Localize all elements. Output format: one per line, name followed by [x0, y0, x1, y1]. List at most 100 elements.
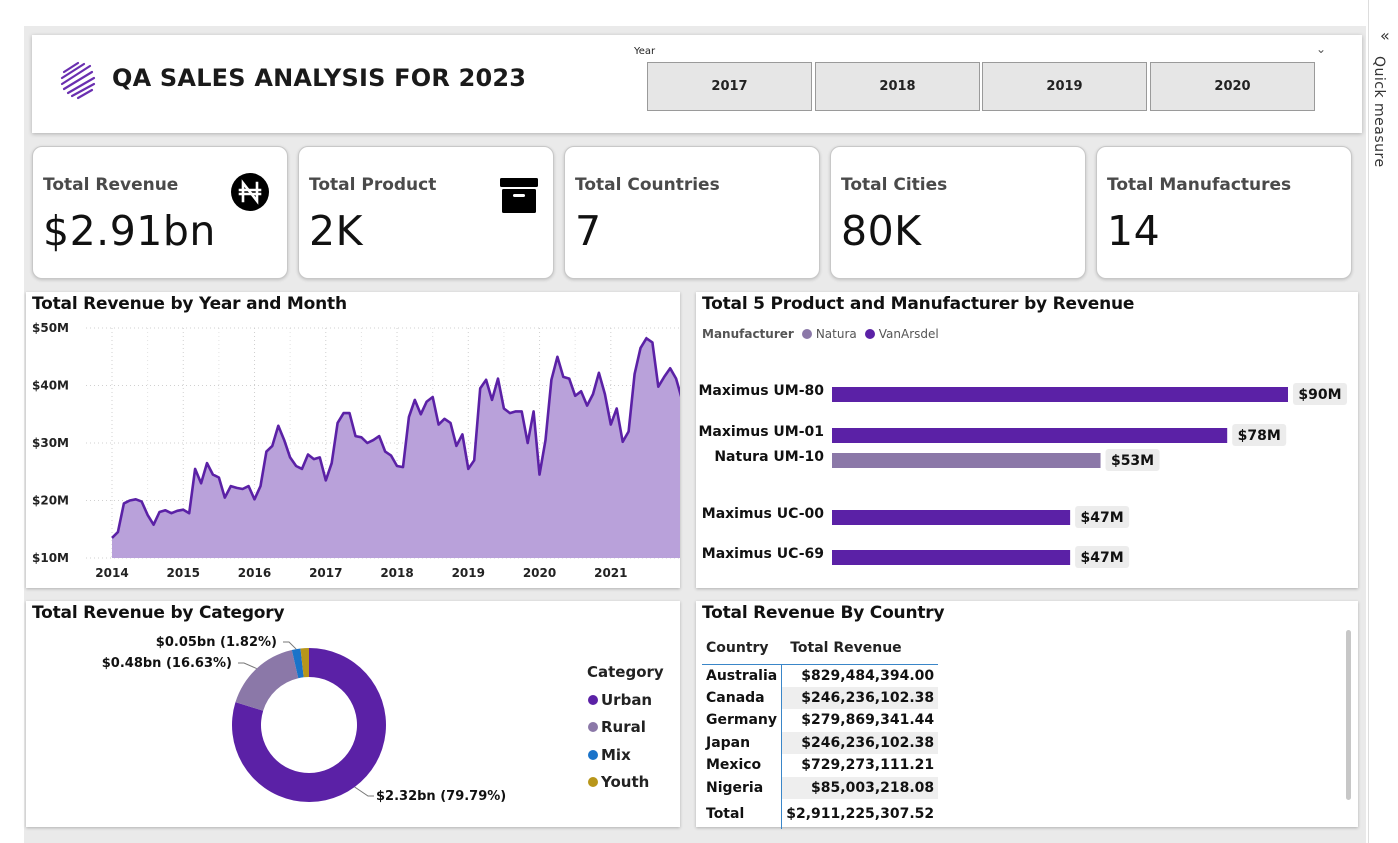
- kpi-total-manufactures: Total Manufactures 14: [1096, 146, 1352, 279]
- cell-country: Germany: [702, 709, 783, 732]
- top-products-panel: Total 5 Product and Manufacturer by Reve…: [696, 292, 1358, 588]
- table-row[interactable]: Australia $829,484,394.00: [702, 664, 938, 687]
- donut-data-label: $0.48bn (16.63%): [102, 656, 232, 671]
- kpi-label: Total Manufactures: [1107, 175, 1292, 195]
- x-tick-label: 2014: [95, 566, 128, 580]
- bar-data-label: $90M: [1298, 387, 1341, 403]
- legend-item-youth[interactable]: Youth: [588, 769, 652, 797]
- bar[interactable]: [832, 428, 1228, 443]
- kpi-label: Total Revenue: [43, 175, 179, 195]
- legend-label: Youth: [601, 773, 650, 792]
- donut-slice-rural[interactable]: [235, 649, 299, 711]
- kpi-value: 80K: [841, 207, 922, 255]
- bar-data-label: $47M: [1081, 550, 1124, 566]
- kpi-value: 2K: [309, 207, 363, 255]
- cell-country: Japan: [702, 731, 783, 754]
- cell-total-label: Total: [702, 799, 783, 829]
- bar-data-label: $53M: [1111, 453, 1154, 469]
- country-revenue-table: Country Total Revenue Australia $829,484,…: [702, 632, 939, 829]
- leader-line: [238, 662, 257, 669]
- legend-item-urban[interactable]: Urban: [588, 686, 652, 714]
- donut-data-label: $2.32bn (79.79%): [376, 789, 506, 804]
- kpi-total-countries: Total Countries 7: [564, 146, 820, 279]
- year-button-2020[interactable]: 2020: [1150, 62, 1315, 111]
- bar-category-label: Maximus UC-69: [702, 546, 824, 562]
- kpi-value: $2.91bn: [43, 207, 216, 255]
- naira-icon: [231, 173, 269, 211]
- brand-logo-icon: [60, 61, 96, 100]
- table-total-row: Total $2,911,225,307.52: [702, 799, 938, 829]
- bar[interactable]: [832, 387, 1288, 402]
- legend-title: Category: [587, 663, 664, 681]
- bar-category-label: Maximus UM-80: [698, 383, 824, 399]
- page-title: QA SALES ANALYSIS FOR 2023: [112, 64, 527, 92]
- quick-measure-label[interactable]: Quick measure: [1371, 56, 1387, 168]
- bar-category-label: Natura UM-10: [714, 449, 824, 465]
- kpi-label: Total Product: [309, 175, 437, 195]
- legend-swatch: [588, 749, 598, 760]
- cell-total-revenue: $729,273,111.21: [801, 757, 935, 774]
- kpi-label: Total Cities: [841, 175, 948, 195]
- x-tick-label: 2020: [523, 566, 556, 580]
- cell-total-revenue: $85,003,218.08: [781, 776, 939, 799]
- cell-country: Australia: [702, 664, 783, 687]
- revenue-area-chart: 2014 2015 2016 2017 2018 2019 2020 2021 $10M $20M…: [32, 321, 680, 580]
- bar[interactable]: [832, 453, 1101, 468]
- archive-box-icon: [500, 178, 538, 213]
- leader-line: [354, 786, 374, 797]
- table-row[interactable]: Mexico $729,273,111.21: [702, 754, 938, 777]
- table-title: Total Revenue By Country: [702, 603, 945, 623]
- bar-category-label: Maximus UC-00: [702, 506, 824, 522]
- double-chevron-left-icon[interactable]: «: [1380, 26, 1390, 45]
- chevron-down-icon[interactable]: ⌄: [1316, 42, 1326, 56]
- cell-total-revenue: $279,869,341.44: [801, 712, 935, 729]
- y-tick-label: $40M: [32, 379, 69, 393]
- legend-label: Rural: [601, 718, 646, 737]
- column-header-country[interactable]: Country: [702, 632, 782, 665]
- kpi-value: 14: [1107, 207, 1161, 255]
- cell-country: Nigeria: [702, 776, 783, 799]
- y-tick-label: $10M: [32, 551, 69, 565]
- kpi-total-cities: Total Cities 80K: [830, 146, 1086, 279]
- legend-item-mix[interactable]: Mix: [588, 741, 652, 769]
- legend-label: Mix: [601, 745, 631, 764]
- legend-label: Urban: [601, 690, 653, 709]
- donut-data-label: $0.05bn (1.82%): [156, 635, 277, 650]
- cell-total-revenue: $246,236,102.38: [781, 686, 939, 709]
- top-products-bar-chart: Maximus UM-80 $90M Maximus UM-01 $78M Natura…: [698, 383, 1347, 568]
- cell-total-revenue: $246,236,102.38: [781, 731, 939, 754]
- kpi-value: 7: [575, 207, 602, 255]
- year-slicer-label: Year: [634, 46, 656, 57]
- x-tick-label: 2015: [167, 566, 200, 580]
- cell-country: Canada: [702, 686, 783, 709]
- bar[interactable]: [832, 550, 1071, 565]
- table-scrollbar[interactable]: [1346, 630, 1351, 800]
- x-tick-label: 2021: [594, 566, 627, 580]
- table-row[interactable]: Nigeria $85,003,218.08: [702, 776, 939, 799]
- year-button-2018[interactable]: 2018: [815, 62, 980, 111]
- bar[interactable]: [832, 510, 1071, 525]
- legend-item-rural[interactable]: Rural: [588, 714, 652, 742]
- bar-data-label: $78M: [1238, 428, 1281, 444]
- category-donut-chart: $2.32bn (79.79%) $0.48bn (16.63%) $0.05bn …: [102, 635, 507, 804]
- table-row[interactable]: Japan $246,236,102.38: [702, 731, 939, 754]
- table-row[interactable]: Germany $279,869,341.44: [702, 709, 938, 732]
- x-tick-label: 2019: [452, 566, 485, 580]
- kpi-total-product: Total Product 2K: [298, 146, 554, 279]
- table-row[interactable]: Canada $246,236,102.38: [702, 686, 939, 709]
- leader-line: [283, 641, 297, 650]
- x-tick-label: 2016: [238, 566, 271, 580]
- revenue-by-category-panel: Total Revenue by Category $2.32bn (79.79…: [26, 601, 680, 827]
- y-tick-label: $50M: [32, 321, 69, 335]
- column-header-total-revenue[interactable]: Total Revenue: [781, 632, 939, 665]
- kpi-label: Total Countries: [575, 175, 720, 195]
- bar-data-label: $47M: [1081, 510, 1124, 526]
- x-tick-label: 2017: [309, 566, 342, 580]
- year-button-2017[interactable]: 2017: [647, 62, 812, 111]
- legend-swatch: [588, 694, 598, 705]
- y-tick-label: $20M: [32, 494, 69, 508]
- cell-country: Mexico: [702, 754, 783, 777]
- legend-swatch: [588, 777, 598, 788]
- year-button-2019[interactable]: 2019: [982, 62, 1147, 111]
- revenue-by-month-panel: Total Revenue by Year and Month 2014 2015…: [26, 292, 680, 588]
